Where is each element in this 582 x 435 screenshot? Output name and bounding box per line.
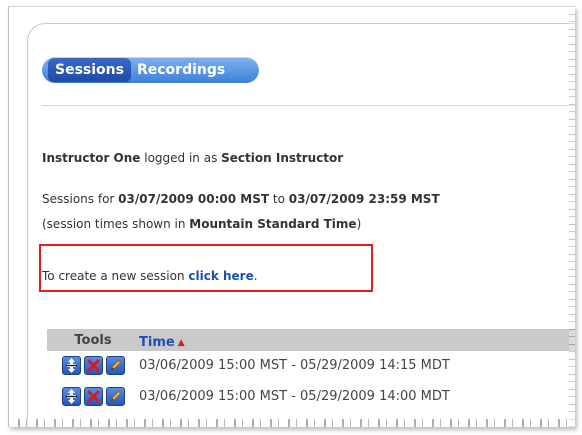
move-icon[interactable] <box>61 386 81 406</box>
delete-icon[interactable] <box>83 355 103 375</box>
divider <box>42 105 575 106</box>
table-header: Tools Time ▲ <box>47 329 575 351</box>
login-status: Instructor One logged in as Section Inst… <box>42 151 343 165</box>
session-range: Sessions for 03/07/2009 00:00 MST to 03/… <box>42 192 440 206</box>
session-range-prefix: Sessions for <box>42 192 119 206</box>
screenshot-frame: Sessions Recordings Instructor One logge… <box>8 6 575 427</box>
tab-sessions[interactable]: Sessions <box>48 58 131 82</box>
row-tools <box>47 355 139 375</box>
move-icon[interactable] <box>61 355 81 375</box>
highlight-box <box>39 244 373 292</box>
session-range-middle: to <box>269 192 289 206</box>
edit-icon[interactable] <box>105 386 125 406</box>
timezone-note: (session times shown in Mountain Standar… <box>42 217 361 231</box>
timezone-name: Mountain Standard Time <box>189 217 357 231</box>
row-time: 03/06/2009 15:00 MST - 05/29/2009 14:00 … <box>139 388 450 404</box>
login-text: logged in as <box>140 151 222 165</box>
edit-icon[interactable] <box>105 355 125 375</box>
timezone-suffix: ) <box>356 217 362 231</box>
tab-bar: Sessions Recordings <box>42 57 260 83</box>
row-tools <box>47 386 139 406</box>
column-header-time-wrap[interactable]: Time ▲ <box>139 331 185 350</box>
table-row: 03/06/2009 15:00 MST - 05/29/2009 14:15 … <box>47 352 575 378</box>
row-time: 03/06/2009 15:00 MST - 05/29/2009 14:15 … <box>139 357 450 373</box>
user-name: Instructor One <box>42 151 141 165</box>
torn-edge-right <box>569 7 575 427</box>
session-end: 03/07/2009 23:59 MST <box>288 192 440 206</box>
torn-edge-bottom <box>9 419 575 427</box>
user-role: Section Instructor <box>221 151 344 165</box>
sort-ascending-icon: ▲ <box>177 337 185 348</box>
column-header-time[interactable]: Time <box>139 335 175 350</box>
session-start: 03/07/2009 00:00 MST <box>118 192 270 206</box>
timezone-prefix: (session times shown in <box>42 217 190 231</box>
delete-icon[interactable] <box>83 386 103 406</box>
table-row: 03/06/2009 15:00 MST - 05/29/2009 14:00 … <box>47 383 575 409</box>
tab-recordings[interactable]: Recordings <box>131 59 231 81</box>
column-header-tools: Tools <box>74 332 112 348</box>
